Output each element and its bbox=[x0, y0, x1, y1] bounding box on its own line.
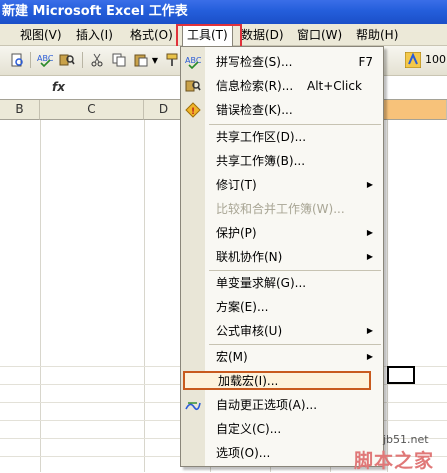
menu-item-autocorrect[interactable]: 自动更正选项(A)... bbox=[181, 393, 383, 417]
column-header-d[interactable]: D bbox=[144, 100, 184, 120]
column-header-c[interactable]: C bbox=[40, 100, 144, 120]
menu-item-label: 信息检索(R)... bbox=[216, 79, 294, 93]
spellcheck-icon: ABC bbox=[185, 54, 201, 70]
zoom-level[interactable]: 100 bbox=[425, 51, 446, 69]
menu-item-goal-seek[interactable]: 单变量求解(G)... bbox=[181, 271, 383, 295]
menu-item-online-collaboration[interactable]: 联机协作(N) ▶ bbox=[181, 245, 383, 269]
column-header-selected[interactable] bbox=[384, 100, 447, 120]
menu-tools[interactable]: 工具(T) bbox=[182, 25, 233, 47]
menu-item-label: 选项(O)... bbox=[216, 446, 271, 460]
window-title: 新建 Microsoft Excel 工作表 bbox=[2, 4, 188, 19]
menu-item-label: 错误检查(K)... bbox=[216, 103, 293, 117]
research-icon[interactable] bbox=[58, 51, 76, 69]
svg-text:ABC: ABC bbox=[37, 54, 53, 63]
menu-item-add-ins[interactable]: 加载宏(I)... bbox=[183, 371, 371, 390]
watermark-brand: 脚本之家 bbox=[354, 450, 435, 472]
watermark-site: jb51.net bbox=[383, 433, 429, 446]
submenu-arrow-icon: ▶ bbox=[366, 180, 373, 189]
menu-item-compare-merge: 比较和合并工作簿(W)... bbox=[181, 197, 383, 221]
menu-item-options[interactable]: 选项(O)... bbox=[181, 441, 383, 465]
toolbar-separator bbox=[30, 52, 31, 68]
menu-item-label: 保护(P) bbox=[216, 226, 257, 240]
menu-item-label: 自定义(C)... bbox=[216, 422, 282, 436]
menu-item-label: 宏(M) bbox=[216, 350, 248, 364]
menu-shortcut: Alt+Click bbox=[307, 79, 362, 93]
svg-text:!: ! bbox=[191, 107, 195, 117]
submenu-arrow-icon: ▶ bbox=[366, 326, 373, 335]
cut-icon[interactable] bbox=[88, 51, 106, 69]
menu-item-label: 拼写检查(S)... bbox=[216, 55, 293, 69]
menu-help[interactable]: 帮助(H) bbox=[352, 26, 402, 44]
menu-format[interactable]: 格式(O) bbox=[126, 26, 177, 44]
menu-shortcut: F7 bbox=[358, 55, 373, 69]
menu-item-share-workbook[interactable]: 共享工作簿(B)... bbox=[181, 149, 383, 173]
paste-icon[interactable] bbox=[132, 51, 150, 69]
function-icon[interactable]: fx bbox=[52, 80, 65, 94]
menu-item-label: 修订(T) bbox=[216, 178, 257, 192]
menu-item-macro[interactable]: 宏(M) ▶ bbox=[181, 345, 383, 369]
menu-item-shared-workspace[interactable]: 共享工作区(D)... bbox=[181, 125, 383, 149]
menu-view[interactable]: 视图(V) bbox=[16, 26, 66, 44]
menu-item-label: 方案(E)... bbox=[216, 300, 269, 314]
submenu-arrow-icon: ▶ bbox=[366, 252, 373, 261]
submenu-arrow-icon: ▶ bbox=[366, 352, 373, 361]
menu-window[interactable]: 窗口(W) bbox=[293, 26, 346, 44]
menu-insert[interactable]: 插入(I) bbox=[72, 26, 117, 44]
menu-item-track-changes[interactable]: 修订(T) ▶ bbox=[181, 173, 383, 197]
menu-item-spellcheck[interactable]: ABC 拼写检查(S)... F7 bbox=[181, 50, 383, 74]
menu-item-label: 加载宏(I)... bbox=[218, 374, 279, 388]
toolbar-separator bbox=[82, 52, 83, 68]
menu-item-research[interactable]: 信息检索(R)... Alt+Click bbox=[181, 74, 383, 98]
menu-item-label: 共享工作簿(B)... bbox=[216, 154, 306, 168]
submenu-arrow-icon: ▶ bbox=[366, 228, 373, 237]
svg-text:ABC: ABC bbox=[185, 56, 201, 65]
column-header-b[interactable]: B bbox=[0, 100, 40, 120]
menu-bar: 视图(V) 插入(I) 格式(O) 工具(T) 数据(D) 窗口(W) 帮助(H… bbox=[0, 24, 447, 47]
research-icon bbox=[185, 78, 201, 94]
menu-item-label: 比较和合并工作簿(W)... bbox=[216, 202, 345, 216]
help-icon[interactable] bbox=[404, 51, 422, 69]
menu-item-formula-auditing[interactable]: 公式审核(U) ▶ bbox=[181, 319, 383, 343]
paste-dropdown-icon[interactable]: ▼ bbox=[150, 51, 160, 69]
format-painter-icon[interactable] bbox=[163, 51, 181, 69]
menu-item-label: 联机协作(N) bbox=[216, 250, 283, 264]
active-cell[interactable] bbox=[387, 366, 415, 384]
error-check-icon: ! bbox=[185, 102, 201, 118]
menu-item-protection[interactable]: 保护(P) ▶ bbox=[181, 221, 383, 245]
menu-item-error-check[interactable]: ! 错误检查(K)... bbox=[181, 98, 383, 122]
menu-data[interactable]: 数据(D) bbox=[237, 26, 288, 44]
spellcheck-icon[interactable]: ABC bbox=[36, 51, 54, 69]
menu-item-label: 公式审核(U) bbox=[216, 324, 283, 338]
print-preview-icon[interactable] bbox=[8, 51, 26, 69]
menu-item-label: 单变量求解(G)... bbox=[216, 276, 307, 290]
menu-item-customize[interactable]: 自定义(C)... bbox=[181, 417, 383, 441]
autocorrect-icon bbox=[185, 397, 201, 413]
menu-item-label: 自动更正选项(A)... bbox=[216, 398, 318, 412]
menu-item-scenarios[interactable]: 方案(E)... bbox=[181, 295, 383, 319]
title-bar: 新建 Microsoft Excel 工作表 bbox=[0, 0, 447, 24]
menu-item-label: 共享工作区(D)... bbox=[216, 130, 307, 144]
tools-menu: ABC 拼写检查(S)... F7 信息检索(R)... Alt+Click !… bbox=[180, 46, 384, 467]
copy-icon[interactable] bbox=[110, 51, 128, 69]
